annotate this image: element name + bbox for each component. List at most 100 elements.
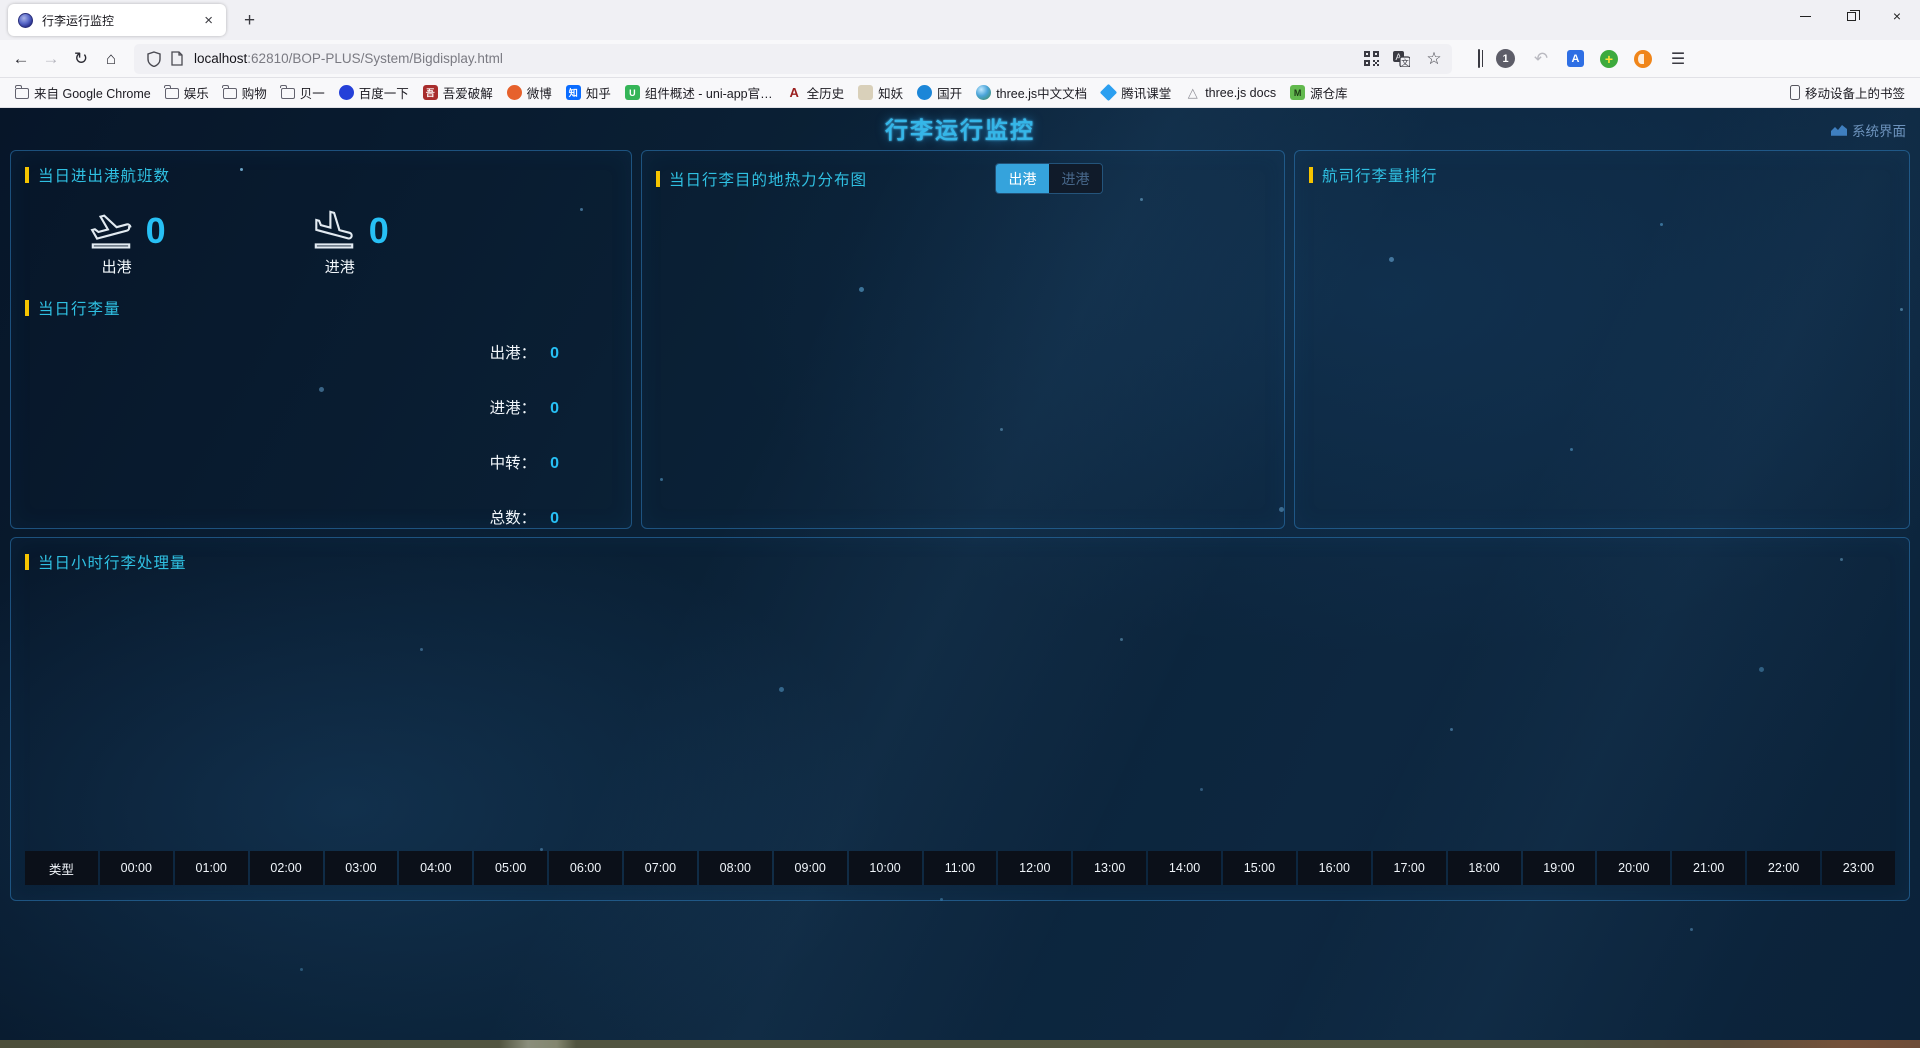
bookmark-label: 腾讯课堂 (1121, 83, 1171, 102)
heatmap-toggle: 出港 进港 (995, 163, 1103, 194)
hour-cell: 19:00 (1523, 851, 1596, 885)
bookmark-item[interactable]: 知妖 (851, 80, 910, 105)
baggage-stat-row: 进港： 0 (490, 396, 559, 418)
tab-bar: 行李运行监控 × + × (0, 0, 1920, 40)
svg-text:文: 文 (1401, 57, 1409, 67)
green-extension-icon[interactable]: + (1600, 50, 1618, 68)
bookmark-favicon-icon: U (625, 85, 640, 100)
page-title: 行李运行监控 (885, 111, 1035, 145)
bookmark-favicon-icon: 知 (566, 85, 581, 100)
shield-icon[interactable] (147, 51, 161, 67)
bookmark-item[interactable]: 娱乐 (158, 80, 216, 105)
arrival-flights-value: 0 (369, 210, 389, 252)
hour-cell: 13:00 (1073, 851, 1146, 885)
bookmark-item[interactable]: 购物 (216, 80, 274, 105)
bookmark-favicon-icon (281, 88, 295, 99)
departure-flights-label: 出港 (102, 256, 132, 277)
bookmark-item[interactable]: three.js中文文档 (969, 80, 1094, 105)
baggage-stat-value: 0 (550, 400, 559, 418)
hour-cell: 类型 (25, 851, 98, 885)
reload-button[interactable]: ↻ (66, 45, 96, 73)
translate-page-icon[interactable]: A文 (1393, 51, 1410, 67)
hour-cell: 18:00 (1448, 851, 1521, 885)
bookmark-item[interactable]: 百度一下 (332, 80, 416, 105)
bookmark-favicon-icon: M (1290, 85, 1305, 100)
bookmark-label: 吾爱破解 (443, 83, 493, 102)
baggage-stat-row: 中转： 0 (490, 451, 559, 473)
baggage-stat-label: 中转： (490, 451, 537, 473)
baggage-subtitle: 当日行李量 (38, 297, 121, 319)
toggle-button[interactable]: 出港 (996, 164, 1049, 193)
flights-panel: 当日进出港航班数 0 出港 0 进港 (10, 150, 632, 529)
bookmark-favicon-icon (858, 85, 873, 100)
bookmark-item[interactable]: 微博 (500, 80, 559, 105)
bookmark-label: 娱乐 (184, 83, 209, 102)
restore-icon (1847, 12, 1856, 21)
bookmark-item[interactable]: 国开 (910, 80, 969, 105)
bookmark-favicon-icon (339, 85, 354, 100)
ranking-panel-header: 航司行李量排行 (1295, 151, 1909, 186)
bookmark-favicon-icon (1100, 84, 1117, 101)
new-tab-button[interactable]: + (236, 10, 263, 32)
baggage-stat-value: 0 (550, 455, 559, 473)
heatmap-panel-title: 当日行李目的地热力分布图 (669, 168, 867, 190)
hour-cell: 00:00 (100, 851, 173, 885)
bookmark-item[interactable]: 腾讯课堂 (1094, 80, 1178, 105)
bookmark-label: 来自 Google Chrome (34, 83, 151, 102)
navigation-bar: ← → ↻ ⌂ localhost:62810/BOP-PLUS/System/… (0, 40, 1920, 78)
bookmark-item[interactable]: △ three.js docs (1178, 82, 1283, 103)
hour-cell: 23:00 (1822, 851, 1895, 885)
orange-extension-icon[interactable] (1634, 50, 1652, 68)
system-interface-link[interactable]: 系统界面 (1831, 120, 1906, 140)
flights-panel-title: 当日进出港航班数 (38, 164, 170, 186)
hour-cell: 17:00 (1373, 851, 1446, 885)
qr-code-icon[interactable] (1364, 51, 1379, 66)
home-button[interactable]: ⌂ (96, 45, 126, 73)
url-text[interactable]: localhost:62810/BOP-PLUS/System/Bigdispl… (194, 51, 1354, 66)
minimize-button[interactable] (1782, 0, 1828, 32)
hour-cell: 07:00 (624, 851, 697, 885)
browser-tab[interactable]: 行李运行监控 × (8, 4, 226, 36)
close-window-button[interactable]: × (1874, 0, 1920, 32)
minimize-icon (1800, 16, 1811, 17)
menu-icon[interactable]: ☰ (1668, 49, 1688, 69)
hour-cell: 21:00 (1672, 851, 1745, 885)
forward-button[interactable]: → (36, 45, 66, 73)
bookmark-star-icon[interactable]: ☆ (1424, 49, 1444, 69)
hour-cell: 06:00 (549, 851, 622, 885)
bookmark-item[interactable]: 吾 吾爱破解 (416, 80, 500, 105)
restore-button[interactable] (1828, 0, 1874, 32)
tab-close-icon[interactable]: × (201, 12, 216, 29)
sidebar-toggle-icon[interactable] (1478, 50, 1480, 68)
ranking-panel: 航司行李量排行 (1294, 150, 1910, 529)
hour-cell: 11:00 (924, 851, 997, 885)
bookmark-favicon-icon (507, 85, 522, 100)
bookmark-label: 微博 (527, 83, 552, 102)
bookmark-favicon-icon (976, 85, 991, 100)
back-button[interactable]: ← (6, 45, 36, 73)
bookmark-item[interactable]: 知 知乎 (559, 80, 618, 105)
translate-extension-icon[interactable]: A (1567, 50, 1584, 67)
bookmark-favicon-icon: △ (1185, 85, 1200, 100)
bookmark-label: 全历史 (807, 83, 845, 102)
bookmark-item[interactable]: 贝一 (274, 80, 332, 105)
mobile-bookmarks-item[interactable]: 移动设备上的书签 (1783, 80, 1912, 105)
bookmark-item[interactable]: U 组件概述 - uni-app官… (618, 80, 780, 105)
undo-extension-icon[interactable]: ↶ (1531, 49, 1551, 69)
hour-cell: 09:00 (774, 851, 847, 885)
departure-flights-value: 0 (146, 210, 166, 252)
hour-cell: 20:00 (1597, 851, 1670, 885)
bookmark-item[interactable]: A 全历史 (780, 80, 852, 105)
page-info-icon[interactable] (171, 51, 183, 66)
account-badge[interactable]: 1 (1496, 49, 1515, 68)
url-path: :62810/BOP-PLUS/System/Bigdisplay.html (247, 51, 503, 66)
baggage-stat-label: 出港： (490, 341, 537, 363)
bookmark-item[interactable]: M 源仓库 (1283, 80, 1355, 105)
urlbar-actions: A文 ☆ (1364, 49, 1444, 69)
toggle-button[interactable]: 进港 (1049, 164, 1102, 193)
bookmark-item[interactable]: 来自 Google Chrome (8, 80, 158, 105)
bookmark-label: 组件概述 - uni-app官… (645, 83, 773, 102)
bookmark-label: 知妖 (878, 83, 903, 102)
phone-icon (1790, 85, 1800, 100)
address-bar[interactable]: localhost:62810/BOP-PLUS/System/Bigdispl… (134, 44, 1452, 74)
